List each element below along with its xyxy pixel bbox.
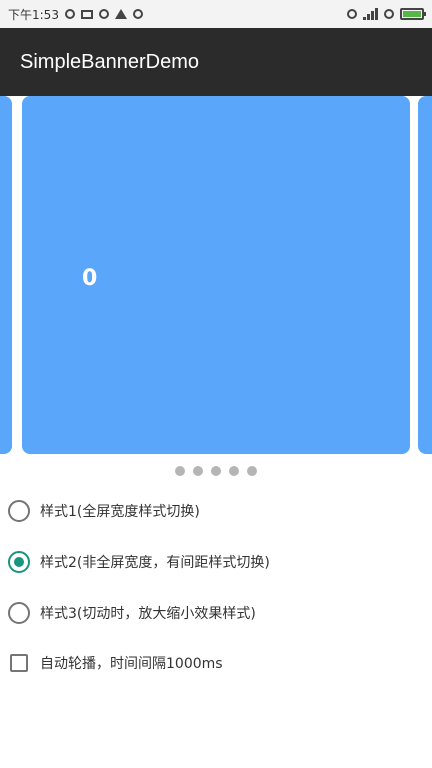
indicator-dot — [247, 466, 257, 476]
app-bar: SimpleBannerDemo — [0, 28, 432, 96]
banner-carousel[interactable]: 0 — [0, 96, 432, 456]
style-option-label: 样式1(全屏宽度样式切换) — [40, 504, 200, 520]
style-option-3[interactable]: 样式3(切动时，放大缩小效果样式) — [8, 602, 256, 624]
banner-card-next[interactable] — [418, 96, 432, 454]
autoplay-option[interactable]: 自动轮播，时间间隔1000ms — [8, 653, 223, 673]
radio-button[interactable] — [8, 602, 30, 624]
indicator-dot — [175, 466, 185, 476]
battery-icon — [400, 8, 426, 20]
battery-level-fill — [403, 11, 421, 17]
alarm-icon — [347, 9, 357, 19]
radio-button[interactable] — [8, 500, 30, 522]
record-icon — [132, 9, 143, 19]
status-bar: 下午1:53 — [0, 0, 432, 28]
message-icon — [80, 9, 93, 19]
notification-icon — [64, 9, 75, 19]
status-left: 下午1:53 — [8, 6, 143, 23]
indicator-dot — [229, 466, 239, 476]
style-option-label: 样式3(切动时，放大缩小效果样式) — [40, 606, 256, 622]
banner-card-current[interactable]: 0 — [22, 96, 410, 454]
banner-label: 0 — [82, 266, 98, 291]
style-option-label: 样式2(非全屏宽度，有间距样式切换) — [40, 555, 270, 571]
app-title: SimpleBannerDemo — [20, 50, 199, 73]
warning-icon — [114, 9, 127, 19]
sync-icon — [98, 9, 109, 19]
wifi-icon — [384, 9, 394, 19]
radio-button[interactable] — [8, 551, 30, 573]
autoplay-label: 自动轮播，时间间隔1000ms — [40, 656, 223, 672]
signal-icon — [363, 8, 378, 20]
banner-indicator — [0, 466, 432, 476]
indicator-dot — [193, 466, 203, 476]
style-option-1[interactable]: 样式1(全屏宽度样式切换) — [8, 500, 200, 522]
autoplay-checkbox[interactable] — [10, 654, 28, 672]
status-time: 下午1:53 — [8, 7, 59, 22]
status-right — [347, 8, 426, 20]
indicator-dot — [211, 466, 221, 476]
banner-card-previous[interactable] — [0, 96, 12, 454]
style-option-2[interactable]: 样式2(非全屏宽度，有间距样式切换) — [8, 551, 270, 573]
